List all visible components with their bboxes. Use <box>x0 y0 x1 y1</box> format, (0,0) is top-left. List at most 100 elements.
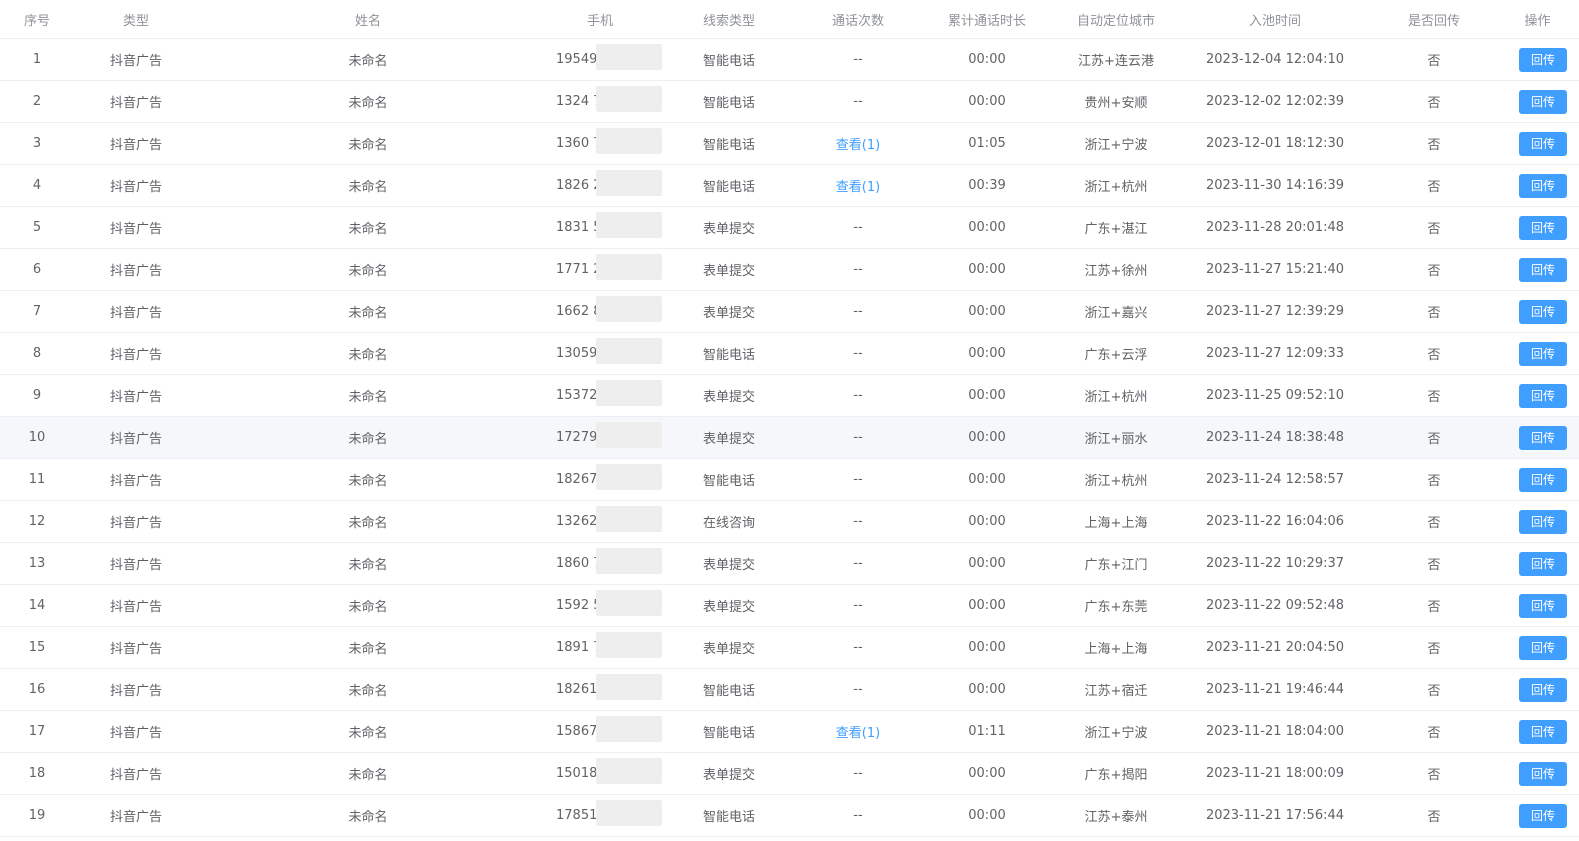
callback-button[interactable]: 回传 <box>1519 719 1567 744</box>
callback-cell: 否 <box>1427 516 1441 531</box>
action-cell: 回传 <box>1496 627 1579 668</box>
phone-wrap: 15867 <box>556 716 662 742</box>
callback-button[interactable]: 回传 <box>1519 761 1567 786</box>
name-cell: 未命名 <box>348 264 388 279</box>
action-cell: 回传 <box>1496 375 1579 416</box>
phone-wrap: 1592 5 <box>556 590 662 616</box>
duration-cell: 00:00 <box>968 220 1006 235</box>
table-row: 9 抖音广告 未命名 153726 表单提交 -- 00:00 浙江+杭州 2023-11-25… <box>0 375 1579 417</box>
phone-redaction <box>596 464 662 490</box>
callback-button[interactable]: 回传 <box>1519 383 1567 408</box>
phone-wrap: 13059 <box>556 338 662 364</box>
calls-cell: -- <box>796 375 920 416</box>
phone-redaction <box>596 674 662 700</box>
callback-button[interactable]: 回传 <box>1519 299 1567 324</box>
city-cell: 上海+上海 <box>1084 642 1148 657</box>
callback-button[interactable]: 回传 <box>1519 677 1567 702</box>
calls-cell: -- <box>796 39 920 80</box>
time-cell: 2023-11-22 09:52:48 <box>1205 598 1345 613</box>
phone-cell: 13059 <box>538 333 662 374</box>
phone-wrap: 1662 8 <box>556 296 662 322</box>
phone-wrap: 1860 7 <box>556 548 662 574</box>
action-cell: 回传 <box>1496 543 1579 584</box>
calls-cell: -- <box>796 207 920 248</box>
callback-button[interactable]: 回传 <box>1519 467 1567 492</box>
phone-redaction <box>596 548 662 574</box>
phone-redaction <box>596 716 662 742</box>
view-calls-link[interactable]: 查看(1) <box>836 176 880 195</box>
time-cell: 2023-11-24 12:58:57 <box>1205 472 1345 487</box>
callback-button[interactable]: 回传 <box>1519 89 1567 114</box>
phone-redaction <box>596 590 662 616</box>
callback-button[interactable]: 回传 <box>1519 215 1567 240</box>
callback-button[interactable]: 回传 <box>1519 509 1567 534</box>
callback-button[interactable]: 回传 <box>1519 425 1567 450</box>
duration-cell: 00:00 <box>968 94 1006 109</box>
city-cell: 江苏+连云港 <box>1078 54 1154 69</box>
lead-type-cell: 表单提交 <box>702 642 755 657</box>
calls-cell: -- <box>796 543 920 584</box>
callback-cell: 否 <box>1427 390 1441 405</box>
lead-type-cell: 表单提交 <box>702 600 755 615</box>
phone-cell: 13262 <box>538 501 662 542</box>
calls-value: -- <box>853 94 863 109</box>
callback-cell: 否 <box>1427 810 1441 825</box>
callback-button[interactable]: 回传 <box>1519 173 1567 198</box>
phone-wrap: 1831 58 <box>556 212 662 238</box>
phone-number: 13262 <box>556 514 598 529</box>
phone-wrap: 1891 7 <box>556 632 662 658</box>
action-cell: 回传 <box>1496 123 1579 164</box>
view-calls-link[interactable]: 查看(1) <box>836 722 880 741</box>
name-cell: 未命名 <box>348 222 388 237</box>
type-cell: 抖音广告 <box>109 726 162 741</box>
calls-value: -- <box>853 766 863 781</box>
phone-number: 19549 <box>556 52 598 67</box>
callback-cell: 否 <box>1427 264 1441 279</box>
callback-button[interactable]: 回传 <box>1519 635 1567 660</box>
callback-button[interactable]: 回传 <box>1519 47 1567 72</box>
lead-type-cell: 智能电话 <box>702 474 755 489</box>
city-cell: 浙江+宁波 <box>1084 138 1148 153</box>
time-cell: 2023-11-21 17:56:44 <box>1205 808 1345 823</box>
city-cell: 浙江+杭州 <box>1084 474 1148 489</box>
seq-cell: 9 <box>32 388 42 403</box>
header-callback: 是否回传 <box>1407 13 1460 29</box>
duration-cell: 00:00 <box>968 598 1006 613</box>
callback-button[interactable]: 回传 <box>1519 803 1567 828</box>
duration-cell: 00:00 <box>968 430 1006 445</box>
time-cell: 2023-11-21 18:04:00 <box>1205 724 1345 739</box>
view-calls-link[interactable]: 查看(1) <box>836 134 880 153</box>
callback-button[interactable]: 回传 <box>1519 551 1567 576</box>
lead-type-cell: 智能电话 <box>702 180 755 195</box>
action-cell: 回传 <box>1496 501 1579 542</box>
name-cell: 未命名 <box>348 600 388 615</box>
action-cell: 回传 <box>1496 39 1579 80</box>
callback-button[interactable]: 回传 <box>1519 131 1567 156</box>
type-cell: 抖音广告 <box>109 810 162 825</box>
phone-cell: 1860 7 <box>538 543 662 584</box>
seq-cell: 13 <box>28 556 46 571</box>
action-cell: 回传 <box>1496 207 1579 248</box>
duration-cell: 00:39 <box>968 178 1006 193</box>
type-cell: 抖音广告 <box>109 54 162 69</box>
callback-cell: 否 <box>1427 96 1441 111</box>
time-cell: 2023-11-21 19:46:44 <box>1205 682 1345 697</box>
callback-button[interactable]: 回传 <box>1519 593 1567 618</box>
type-cell: 抖音广告 <box>109 306 162 321</box>
seq-cell: 19 <box>28 808 46 823</box>
phone-wrap: 18267 <box>556 464 662 490</box>
phone-number: 13059 <box>556 346 598 361</box>
action-cell: 回传 <box>1496 249 1579 290</box>
phone-number: 1891 7 <box>556 640 602 655</box>
city-cell: 江苏+宿迁 <box>1084 684 1148 699</box>
header-time: 入池时间 <box>1248 13 1301 29</box>
calls-value: -- <box>853 388 863 403</box>
callback-button[interactable]: 回传 <box>1519 257 1567 282</box>
phone-redaction <box>596 506 662 532</box>
seq-cell: 2 <box>32 94 42 109</box>
calls-value: -- <box>853 514 863 529</box>
header-seq: 序号 <box>23 13 50 29</box>
calls-value: -- <box>853 682 863 697</box>
callback-button[interactable]: 回传 <box>1519 341 1567 366</box>
calls-cell: 查看(1) <box>796 165 920 206</box>
